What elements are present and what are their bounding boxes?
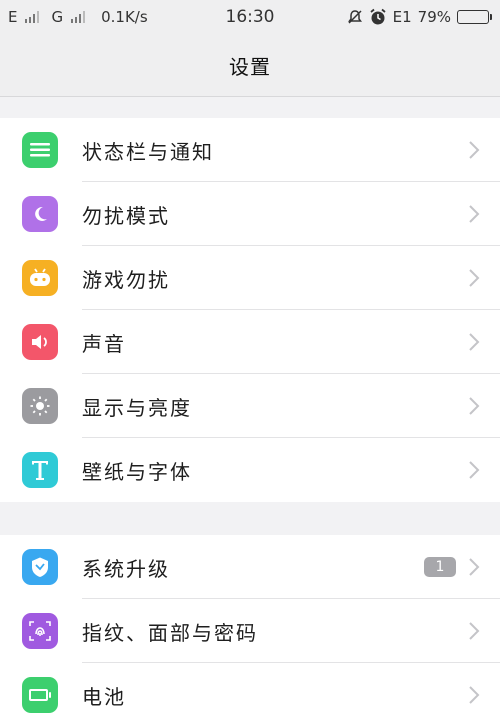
signal-1-icon xyxy=(25,11,40,23)
chevron-right-icon xyxy=(469,686,480,704)
chevron-right-icon xyxy=(469,397,480,415)
settings-item-system-update[interactable]: 系统升级 1 xyxy=(0,535,500,599)
carrier-2: G xyxy=(51,8,64,26)
status-bar: E G 0.1K/s 16:30 E1 79% xyxy=(0,0,500,34)
settings-item-wallpaper-font[interactable]: 壁纸与字体 xyxy=(0,438,500,502)
item-label: 勿扰模式 xyxy=(82,203,170,228)
battery-status-icon xyxy=(457,10,492,24)
page-title: 设置 xyxy=(229,54,271,79)
settings-item-game-dnd[interactable]: 游戏勿扰 xyxy=(0,246,500,310)
item-label: 指纹、面部与密码 xyxy=(82,620,258,645)
status-right: E1 79% xyxy=(347,8,492,26)
chevron-right-icon xyxy=(469,205,480,223)
chevron-right-icon xyxy=(469,461,480,479)
battery-icon xyxy=(22,677,58,713)
system-update-icon xyxy=(22,549,58,585)
settings-group-2: 系统升级 1 指纹、面部与密码 电池 xyxy=(0,535,500,727)
settings-item-fingerprint-face-password[interactable]: 指纹、面部与密码 xyxy=(0,599,500,663)
settings-item-battery[interactable]: 电池 xyxy=(0,663,500,727)
signal-2-icon xyxy=(71,11,86,23)
carrier-1: E xyxy=(8,8,18,26)
item-label: 电池 xyxy=(82,684,126,709)
battery-percent: 79% xyxy=(417,8,451,26)
status-left: E G 0.1K/s xyxy=(8,8,148,26)
network-speed: 0.1K/s xyxy=(101,8,148,26)
chevron-right-icon xyxy=(469,141,480,159)
chevron-right-icon xyxy=(469,269,480,287)
status-bar-icon xyxy=(22,132,58,168)
item-label: 游戏勿扰 xyxy=(82,267,170,292)
settings-group-1: 状态栏与通知 勿扰模式 游戏勿扰 声音 显示与亮度 壁纸与字体 xyxy=(0,118,500,502)
silent-bell-icon xyxy=(347,10,362,24)
settings-item-status-bar-notifications[interactable]: 状态栏与通知 xyxy=(0,118,500,182)
item-label: 壁纸与字体 xyxy=(82,459,192,484)
chevron-right-icon xyxy=(469,622,480,640)
font-icon xyxy=(22,452,58,488)
chevron-right-icon xyxy=(469,333,480,351)
item-label: 声音 xyxy=(82,331,126,356)
nav-header: 设置 xyxy=(0,34,500,97)
brightness-icon xyxy=(22,388,58,424)
chevron-right-icon xyxy=(469,558,480,576)
settings-item-do-not-disturb[interactable]: 勿扰模式 xyxy=(0,182,500,246)
moon-icon xyxy=(22,196,58,232)
game-controller-icon xyxy=(22,260,58,296)
item-label: 显示与亮度 xyxy=(82,395,192,420)
network-type: E1 xyxy=(392,8,412,26)
fingerprint-icon xyxy=(22,613,58,649)
item-label: 状态栏与通知 xyxy=(82,139,214,164)
item-label: 系统升级 xyxy=(82,556,170,581)
update-count-badge: 1 xyxy=(424,557,456,577)
settings-item-display-brightness[interactable]: 显示与亮度 xyxy=(0,374,500,438)
settings-item-sound[interactable]: 声音 xyxy=(0,310,500,374)
speaker-icon xyxy=(22,324,58,360)
alarm-clock-icon xyxy=(370,8,386,25)
